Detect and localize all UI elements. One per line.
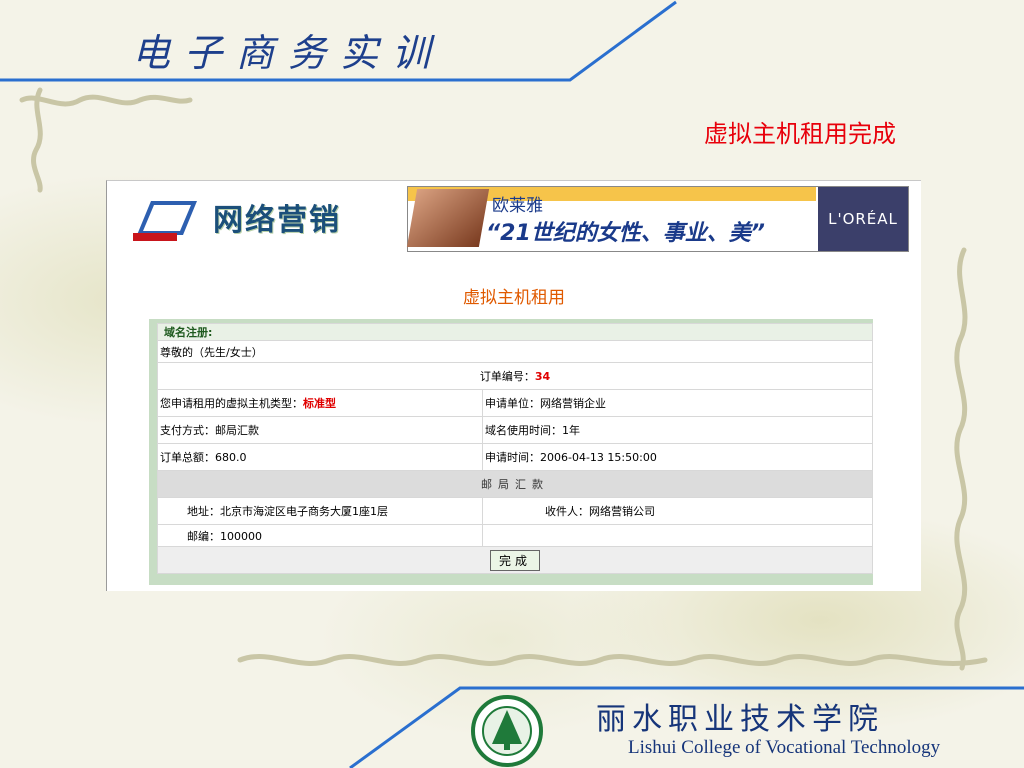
webpage-screenshot: 网络营销 欧莱雅 “21世纪的女性、事业、美” L'ORÉAL 虚拟主机租用 域… (106, 180, 921, 591)
college-seal-icon (471, 695, 543, 767)
ad-banner[interactable]: 欧莱雅 “21世纪的女性、事业、美” L'ORÉAL (406, 186, 909, 252)
domain-period-label: 域名使用时间： (485, 424, 562, 437)
address-label: 地址： (187, 505, 220, 518)
total-cell: 订单总额：680.0 (157, 443, 483, 471)
complete-button[interactable]: 完成 (489, 549, 540, 571)
ad-brand-name: 欧莱雅 (492, 196, 543, 216)
order-number-value: 34 (534, 370, 551, 383)
order-table: 域名注册: 尊敬的（先生/女士） 订单编号：34 您申请租用的虚拟主机类型：标准… (157, 323, 873, 574)
recipient-label: 收件人： (545, 505, 589, 518)
site-logo-badge-icon (133, 201, 197, 241)
apply-time-label: 申请时间： (485, 451, 540, 464)
domain-period-value: 1年 (562, 424, 580, 437)
order-number-row: 订单编号：34 (157, 362, 873, 390)
host-type-value: 标准型 (303, 397, 336, 410)
recipient-cell: 收件人：网络营销公司 (482, 497, 873, 525)
button-row: 完成 (157, 546, 873, 574)
address-cell: 地址：北京市海淀区电子商务大厦1座1层 (157, 497, 483, 525)
payment-value: 邮局汇款 (215, 424, 259, 437)
postcode-label: 邮编： (187, 529, 220, 543)
page-heading: 虚拟主机租用 (463, 288, 565, 308)
host-type-cell: 您申请租用的虚拟主机类型：标准型 (157, 389, 483, 417)
ad-eye-image (406, 189, 490, 247)
host-type-label: 您申请租用的虚拟主机类型： (160, 397, 303, 410)
total-value: 680.0 (215, 451, 247, 464)
total-label: 订单总额： (160, 451, 215, 464)
recipient-value: 网络营销公司 (589, 505, 655, 518)
payment-cell: 支付方式：邮局汇款 (157, 416, 483, 444)
postcode-blank-cell (482, 524, 873, 547)
apply-time-value: 2006-04-13 15:50:00 (540, 451, 657, 464)
slide-header-title: 电子商务实训 (132, 31, 445, 75)
order-panel: 域名注册: 尊敬的（先生/女士） 订单编号：34 您申请租用的虚拟主机类型：标准… (149, 319, 873, 585)
ad-slogan: “21世纪的女性、事业、美” (486, 221, 765, 246)
greeting: 尊敬的（先生/女士） (157, 340, 873, 363)
applicant-label: 申请单位： (485, 397, 540, 410)
domain-period-cell: 域名使用时间：1年 (482, 416, 873, 444)
applicant-cell: 申请单位：网络营销企业 (482, 389, 873, 417)
college-name-en: Lishui College of Vocational Technology (628, 737, 941, 758)
section-label: 域名注册: (157, 323, 873, 341)
remit-heading: 邮局汇款 (157, 470, 873, 498)
site-logo[interactable]: 网络营销 (129, 191, 389, 241)
postcode-value: 100000 (220, 529, 262, 543)
order-number-label: 订单编号： (479, 370, 535, 383)
apply-time-cell: 申请时间：2006-04-13 15:50:00 (482, 443, 873, 471)
site-logo-text: 网络营销 (213, 203, 341, 238)
postcode-cell: 邮编：100000 (157, 524, 483, 547)
payment-label: 支付方式： (160, 424, 215, 437)
applicant-value: 网络营销企业 (540, 397, 606, 410)
address-value: 北京市海淀区电子商务大厦1座1层 (220, 505, 388, 518)
ad-brand-logo: L'ORÉAL (818, 187, 908, 251)
college-name-cn: 丽水职业技术学院 (596, 702, 884, 737)
slide-title: 虚拟主机租用完成 (704, 120, 896, 148)
